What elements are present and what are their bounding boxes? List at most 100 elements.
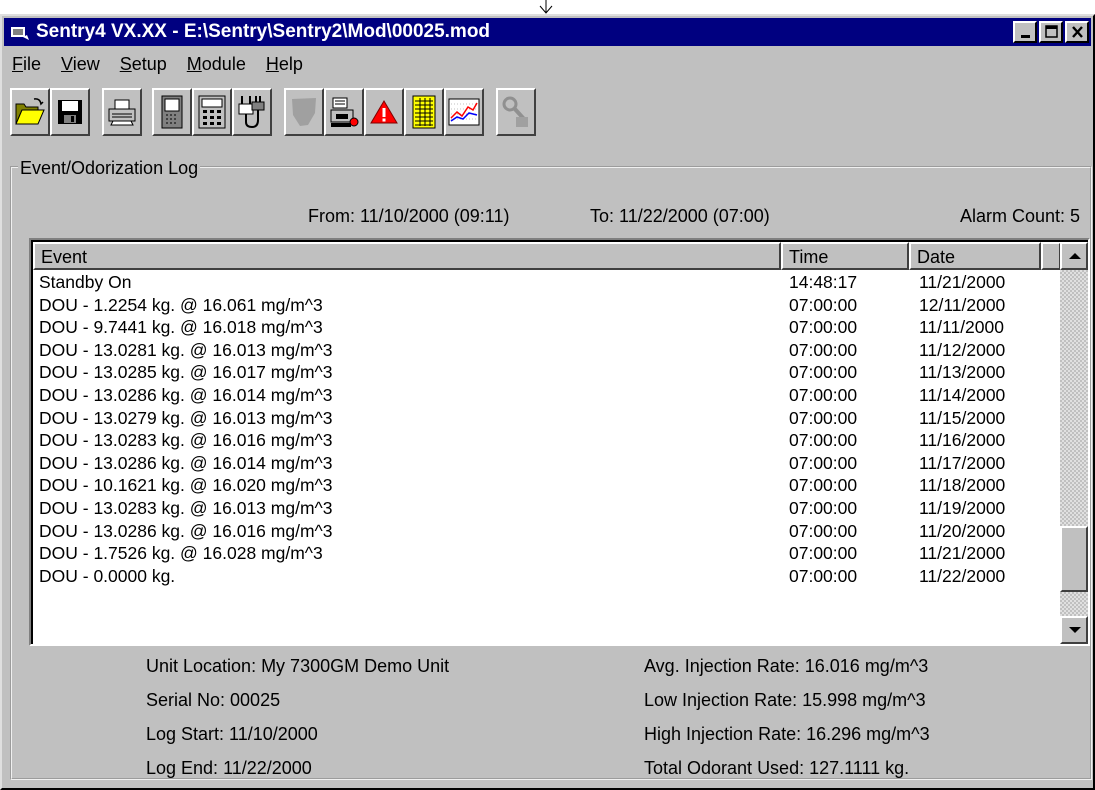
menu-help[interactable]: Help xyxy=(256,54,313,80)
cable-connect-icon xyxy=(238,96,265,129)
menu-module[interactable]: Module xyxy=(177,54,256,80)
row-time: 07:00:00 xyxy=(789,452,858,473)
module-unit-icon xyxy=(161,95,183,129)
minimize-icon xyxy=(1021,35,1030,38)
row-date: 11/17/2000 xyxy=(919,452,1006,473)
row-time: 07:00:00 xyxy=(789,497,858,518)
list-row[interactable]: DOU - 1.7526 kg. @ 16.028 mg/m^3 07:00:00… xyxy=(33,543,1058,566)
row-event: DOU - 13.0286 kg. @ 16.016 mg/m^3 xyxy=(39,520,333,541)
group-title: Event/Odorization Log xyxy=(18,158,201,179)
row-time: 07:00:00 xyxy=(789,317,858,338)
list-row[interactable]: DOU - 13.0285 kg. @ 16.017 mg/m^3 07:00:0… xyxy=(33,362,1058,385)
main-window: Sentry4 VX.XX - E:\Sentry\Sentry2\Mod\00… xyxy=(0,14,1095,790)
row-time: 07:00:00 xyxy=(789,543,858,564)
keypad-icon xyxy=(198,95,226,129)
arrow-down-icon xyxy=(1069,627,1081,633)
alarm-button[interactable] xyxy=(364,88,404,136)
list-row[interactable]: DOU - 1.2254 kg. @ 16.061 mg/m^3 07:00:00… xyxy=(33,295,1058,318)
report-sheet-icon xyxy=(412,95,436,129)
list-row[interactable]: DOU - 13.0286 kg. @ 16.014 mg/m^3 07:00:0… xyxy=(33,385,1058,408)
list-row[interactable]: DOU - 13.0281 kg. @ 16.013 mg/m^3 07:00:0… xyxy=(33,340,1058,363)
row-time: 07:00:00 xyxy=(789,475,858,496)
close-button[interactable] xyxy=(1065,21,1089,43)
range-from: From: 11/10/2000 (09:11) xyxy=(308,206,510,226)
row-event: DOU - 0.0000 kg. xyxy=(39,565,176,586)
save-button[interactable] xyxy=(50,88,90,136)
row-date: 11/13/2000 xyxy=(919,362,1006,383)
keypad-button[interactable] xyxy=(192,88,232,136)
title-bar[interactable]: Sentry4 VX.XX - E:\Sentry\Sentry2\Mod\00… xyxy=(4,18,1091,46)
printer-icon xyxy=(108,99,136,126)
list-row[interactable]: DOU - 10.1621 kg. @ 16.020 mg/m^3 07:00:0… xyxy=(33,475,1058,498)
menu-view[interactable]: View xyxy=(51,54,110,80)
resize-cursor-icon xyxy=(539,0,553,14)
list-row[interactable]: DOU - 0.0000 kg. 07:00:00 11/22/2000 xyxy=(33,566,1058,589)
line-graph-icon xyxy=(448,98,480,126)
row-time: 07:00:00 xyxy=(789,294,858,315)
vertical-scrollbar[interactable] xyxy=(1060,242,1088,644)
maximize-icon xyxy=(1045,25,1058,38)
row-time: 07:00:00 xyxy=(789,407,858,428)
row-date: 12/11/2000 xyxy=(919,294,1006,315)
range-to: To: 11/22/2000 (07:00) xyxy=(590,206,770,226)
row-time: 07:00:00 xyxy=(789,362,858,383)
row-event: DOU - 1.7526 kg. @ 16.028 mg/m^3 xyxy=(39,543,323,564)
minimize-button[interactable] xyxy=(1013,21,1037,43)
avg-injection-rate: Avg. Injection Rate: 16.016 mg/m^3 xyxy=(644,656,929,676)
connect-button[interactable] xyxy=(232,88,272,136)
report-button[interactable] xyxy=(404,88,444,136)
print-button[interactable] xyxy=(102,88,142,136)
row-date: 11/16/2000 xyxy=(919,430,1006,451)
module-button[interactable] xyxy=(152,88,192,136)
row-time: 07:00:00 xyxy=(789,384,858,405)
row-date: 11/11/2000 xyxy=(919,317,1004,338)
row-date: 11/19/2000 xyxy=(919,497,1006,518)
list-rows: Standby On 14:48:17 11/21/2000 DOU - 1.225… xyxy=(33,272,1058,588)
list-row[interactable]: DOU - 13.0283 kg. @ 16.013 mg/m^3 07:00:0… xyxy=(33,498,1058,521)
list-row[interactable]: DOU - 13.0283 kg. @ 16.016 mg/m^3 07:00:0… xyxy=(33,430,1058,453)
row-date: 11/14/2000 xyxy=(919,384,1006,405)
row-event: DOU - 9.7441 kg. @ 16.018 mg/m^3 xyxy=(39,317,323,338)
graph-button[interactable] xyxy=(444,88,484,136)
event-log-list[interactable]: Event Time Date Standby On 14:48:17 11/21/… xyxy=(29,238,1090,646)
column-header-time[interactable]: Time xyxy=(781,242,909,270)
list-row[interactable]: DOU - 13.0279 kg. @ 16.013 mg/m^3 07:00:0… xyxy=(33,408,1058,431)
list-row[interactable]: DOU - 13.0286 kg. @ 16.014 mg/m^3 07:00:0… xyxy=(33,453,1058,476)
log-start: Log Start: 11/10/2000 xyxy=(146,724,318,744)
serial-number: Serial No: 00025 xyxy=(146,690,281,710)
scroll-thumb[interactable] xyxy=(1060,526,1088,592)
row-time: 14:48:17 xyxy=(789,272,858,292)
row-event: DOU - 1.2254 kg. @ 16.061 mg/m^3 xyxy=(39,294,323,315)
open-folder-icon xyxy=(15,98,45,125)
list-row[interactable]: Standby On 14:48:17 11/21/2000 xyxy=(33,272,1058,295)
unit-location: Unit Location: My 7300GM Demo Unit xyxy=(146,656,450,676)
column-header-event[interactable]: Event xyxy=(33,242,781,270)
app-icon[interactable] xyxy=(10,23,30,41)
save-disk-icon xyxy=(58,100,82,124)
row-time: 07:00:00 xyxy=(789,339,858,360)
high-injection-rate: High Injection Rate: 16.296 mg/m^3 xyxy=(644,724,930,744)
row-date: 11/21/2000 xyxy=(919,543,1006,564)
row-event: DOU - 13.0286 kg. @ 16.014 mg/m^3 xyxy=(39,452,333,473)
menu-file[interactable]: File xyxy=(10,54,51,80)
row-time: 07:00:00 xyxy=(789,430,858,451)
list-row[interactable]: DOU - 13.0286 kg. @ 16.016 mg/m^3 07:00:0… xyxy=(33,521,1058,544)
scroll-down-button[interactable] xyxy=(1060,616,1088,644)
row-event: DOU - 10.1621 kg. @ 16.020 mg/m^3 xyxy=(39,475,333,496)
log-end: Log End: 11/22/2000 xyxy=(146,758,312,778)
pump-button[interactable] xyxy=(324,88,364,136)
scroll-up-button[interactable] xyxy=(1060,242,1088,270)
row-date: 11/21/2000 xyxy=(919,272,1006,292)
maximize-button[interactable] xyxy=(1039,21,1063,43)
open-button[interactable] xyxy=(10,88,50,136)
column-header-date[interactable]: Date xyxy=(909,242,1041,270)
menu-setup[interactable]: Setup xyxy=(110,54,177,80)
tools-button[interactable] xyxy=(496,88,536,136)
window-title: Sentry4 VX.XX - E:\Sentry\Sentry2\Mod\00… xyxy=(36,21,491,42)
row-time: 07:00:00 xyxy=(789,565,858,586)
row-date: 11/18/2000 xyxy=(919,475,1006,496)
menu-bar: File View Setup Module Help xyxy=(10,54,313,80)
pump-icon xyxy=(330,97,359,127)
list-row[interactable]: DOU - 9.7441 kg. @ 16.018 mg/m^3 07:00:00… xyxy=(33,317,1058,340)
map-button[interactable] xyxy=(284,88,324,136)
